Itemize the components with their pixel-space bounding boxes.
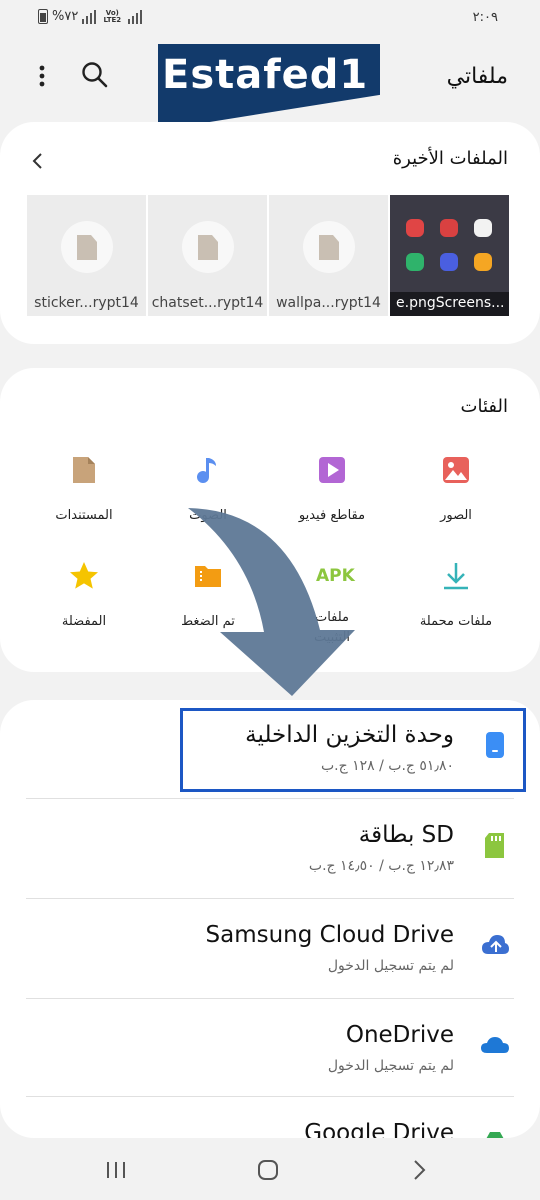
divider <box>26 1096 514 1097</box>
category-downloads[interactable]: ملفات محملة <box>406 560 506 632</box>
video-icon <box>319 457 345 483</box>
status-indicators: %٧٢ Vo) LTE2 <box>38 8 143 24</box>
file-icon <box>77 235 97 260</box>
storage-internal[interactable]: وحدة التخزين الداخلية ٥١٫٨٠ ج.ب / ١٢٨ ج.… <box>0 700 540 800</box>
clock: ٢:٠٩ <box>472 10 498 25</box>
category-label: مقاطع فيديو <box>298 508 366 523</box>
network-label: Vo) LTE2 <box>103 8 122 24</box>
category-label: المفضلة <box>61 614 107 629</box>
storage-card: وحدة التخزين الداخلية ٥١٫٨٠ ج.ب / ١٢٨ ج.… <box>0 700 540 1138</box>
cloud-upload-icon <box>482 935 509 954</box>
category-label: ملفات التثبيت <box>313 610 351 645</box>
more-vert-icon[interactable] <box>32 62 52 90</box>
app-icon <box>474 219 492 237</box>
file-icon <box>319 235 339 260</box>
storage-onedrive[interactable]: OneDrive لم يتم تسجيل الدخول <box>0 1000 540 1100</box>
storage-sd-card[interactable]: بطاقة SD ١٢٫٨٣ ج.ب / ١٤٫٥٠ ج.ب <box>0 800 540 900</box>
category-compressed[interactable]: تم الضغط <box>158 560 258 632</box>
document-icon <box>73 457 95 483</box>
divider <box>26 898 514 899</box>
recent-file-thumb[interactable]: wallpa...rypt14 <box>269 195 388 316</box>
app-icon <box>474 253 492 271</box>
divider <box>26 998 514 999</box>
app-icon <box>440 253 458 271</box>
search-icon[interactable] <box>80 60 110 90</box>
categories-title: الفئات <box>460 396 508 417</box>
category-documents[interactable]: المستندات <box>34 454 134 526</box>
signal-icon <box>82 9 97 24</box>
category-audio[interactable]: الصوت <box>158 454 258 526</box>
storage-name: بطاقة SD <box>358 822 454 848</box>
page-title: ملفاتي <box>446 64 508 89</box>
app-bar: Estafed1 ملفاتي <box>0 40 540 126</box>
recent-file-name: chatset...rypt14 <box>151 295 264 311</box>
phone-storage-icon <box>486 732 504 758</box>
divider <box>26 798 514 799</box>
category-videos[interactable]: مقاطع فيديو <box>282 454 382 526</box>
categories-card: الفئات الصور مقاطع فيديو الصوت المستندات <box>0 368 540 672</box>
app-icon <box>440 219 458 237</box>
recent-screenshot-thumb[interactable]: e.pngScreens... <box>390 195 509 316</box>
recent-file-thumb[interactable]: sticker...rypt14 <box>27 195 146 316</box>
recent-file-thumb[interactable]: chatset...rypt14 <box>148 195 267 316</box>
file-icon <box>198 235 218 260</box>
category-favorites[interactable]: المفضلة <box>34 560 134 632</box>
google-drive-icon <box>486 1132 504 1138</box>
apk-icon: APK <box>316 566 355 586</box>
category-label: الصور <box>440 508 472 523</box>
home-icon[interactable] <box>254 1156 282 1184</box>
storage-usage: ٥١٫٨٠ ج.ب / ١٢٨ ج.ب <box>320 758 454 774</box>
recents-icon[interactable] <box>102 1156 130 1184</box>
watermark-text: Estafed1 <box>162 52 369 98</box>
battery-icon <box>38 9 48 24</box>
image-icon <box>443 457 469 483</box>
recent-files-list: sticker...rypt14 chatset...rypt14 wallpa… <box>27 195 509 316</box>
download-icon <box>444 563 468 590</box>
category-images[interactable]: الصور <box>406 454 506 526</box>
category-label: ملفات محملة <box>419 614 493 629</box>
storage-name: OneDrive <box>345 1022 454 1048</box>
recent-files-card: الملفات الأخيرة sticker...rypt14 chatset… <box>0 122 540 344</box>
sd-card-icon <box>485 833 504 858</box>
signal-icon-2 <box>128 9 143 24</box>
chevron-left-icon[interactable] <box>30 152 46 170</box>
storage-usage: لم يتم تسجيل الدخول <box>327 958 454 974</box>
category-installation-files[interactable]: APK ملفات التثبيت <box>282 560 382 648</box>
category-label: المستندات <box>55 508 113 523</box>
back-icon[interactable] <box>406 1156 434 1184</box>
storage-name: وحدة التخزين الداخلية <box>245 722 454 748</box>
zip-icon <box>195 566 221 587</box>
storage-samsung-cloud[interactable]: Samsung Cloud Drive لم يتم تسجيل الدخول <box>0 900 540 1000</box>
recent-files-title: الملفات الأخيرة <box>392 148 508 169</box>
system-nav-bar <box>0 1138 540 1200</box>
category-label: الصوت <box>189 508 227 523</box>
storage-usage: ١٢٫٨٣ ج.ب / ١٤٫٥٠ ج.ب <box>308 858 454 874</box>
app-icon <box>406 253 424 271</box>
storage-google-drive[interactable]: Google Drive <box>0 1098 540 1138</box>
watermark-logo: Estafed1 <box>158 44 380 126</box>
onedrive-icon <box>481 1037 509 1053</box>
storage-usage: لم يتم تسجيل الدخول <box>327 1058 454 1074</box>
storage-name: Samsung Cloud Drive <box>205 922 454 948</box>
recent-file-name: e.pngScreens... <box>390 292 509 316</box>
category-label: تم الضغط <box>181 614 235 629</box>
status-bar: %٧٢ Vo) LTE2 ٢:٠٩ <box>0 0 540 36</box>
storage-name: Google Drive <box>304 1120 454 1138</box>
music-icon <box>197 458 216 483</box>
battery-percent: %٧٢ <box>52 9 79 24</box>
app-icon <box>406 219 424 237</box>
recent-file-name: sticker...rypt14 <box>34 295 139 311</box>
highlight-box <box>180 708 526 792</box>
star-icon <box>70 562 98 589</box>
recent-file-name: wallpa...rypt14 <box>276 295 381 311</box>
